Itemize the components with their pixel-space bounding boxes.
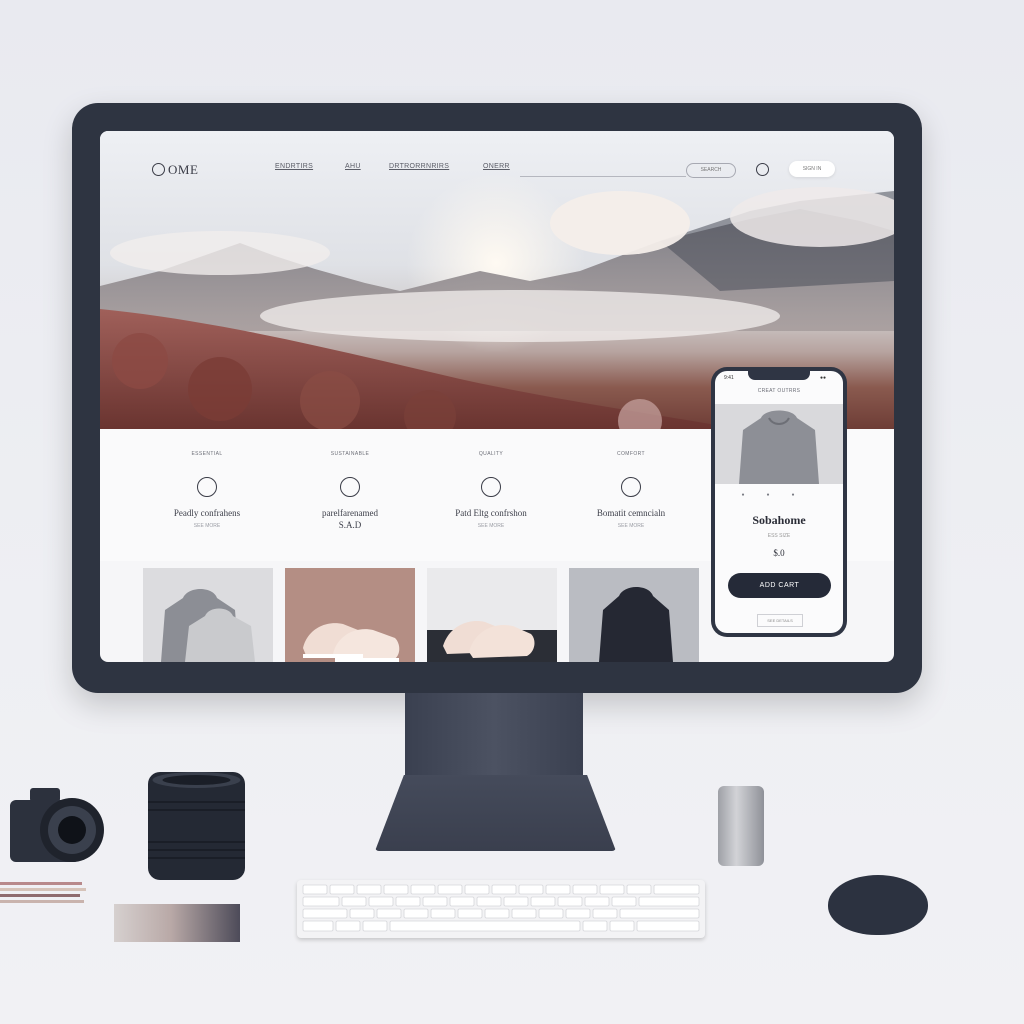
- feature-title: ESSENTIAL: [191, 451, 223, 457]
- logo-circle-icon: [152, 163, 165, 176]
- product-thumbnail-sneakers[interactable]: [285, 568, 415, 662]
- desk-cylinder-object: [718, 786, 764, 866]
- phone-status-icons: ●●: [820, 375, 827, 381]
- product-thumbnail-black-hoodie[interactable]: [569, 568, 699, 662]
- monitor-stand-base: [375, 775, 616, 851]
- nav-link-4[interactable]: ONERR: [483, 163, 510, 170]
- feature-circle-icon: [197, 477, 217, 497]
- phone-status-time: 9:41: [724, 375, 734, 381]
- black-hoodie-image: [599, 587, 673, 662]
- phone-product-subtitle: ESS SIZE: [767, 533, 791, 539]
- feature-text: Patd Eltg confrshon: [455, 508, 527, 518]
- feature-card: ESSENTIAL Peadly confrahens SEE MORE: [142, 451, 272, 529]
- product-thumbnail-hoodies[interactable]: [143, 568, 273, 662]
- notebook-object: [114, 904, 240, 942]
- feature-title: COMFORT: [617, 451, 645, 457]
- sneakers-image: [427, 621, 557, 662]
- nav-link-3[interactable]: DRTRORRNRIRS: [389, 163, 449, 170]
- pencils-object: [0, 880, 90, 906]
- camera-lens-object: [148, 772, 245, 880]
- nav-divider: [520, 176, 686, 177]
- lens-ridges: [148, 772, 245, 859]
- phone-product-price: $.0: [773, 548, 785, 558]
- mouse: [828, 875, 928, 935]
- feature-card: SUSTAINABLE parelfarenamed S.A.D: [285, 451, 415, 531]
- phone-product-image: [715, 404, 843, 484]
- feature-link[interactable]: SEE MORE: [566, 523, 696, 529]
- feature-title: QUALITY: [478, 451, 504, 457]
- feature-text: parelfarenamed S.A.D: [322, 508, 378, 530]
- product-thumbnail-sneakers-2[interactable]: [427, 568, 557, 662]
- feature-circle-icon: [481, 477, 501, 497]
- logo-text: OME: [168, 162, 199, 177]
- user-icon[interactable]: [756, 163, 769, 176]
- feature-card: COMFORT Bomatit cemncialn SEE MORE: [566, 451, 696, 529]
- search-input[interactable]: SEARCH: [686, 163, 736, 178]
- add-to-cart-button[interactable]: ADD CART: [728, 573, 831, 598]
- keyboard-keys: [302, 884, 700, 932]
- feature-circle-icon: [621, 477, 641, 497]
- nav-link-2[interactable]: AHU: [345, 163, 361, 170]
- hoodie-image: [161, 589, 255, 662]
- nav-link-1[interactable]: ENDRTIRS: [275, 163, 313, 170]
- hoodie-image: [739, 410, 819, 484]
- phone-details-link[interactable]: SEE DETAILS: [757, 614, 803, 627]
- pencils-icon: [0, 882, 86, 903]
- phone-notch: [748, 371, 810, 380]
- phone-header: CREAT OUTRRS: [757, 388, 801, 394]
- camera-icon: [10, 788, 104, 862]
- feature-circle-icon: [340, 477, 360, 497]
- keyboard: [297, 880, 705, 938]
- phone-carousel-dots[interactable]: ●●●: [715, 492, 843, 498]
- monitor-stand-neck: [405, 693, 583, 783]
- sign-in-button[interactable]: SIGN IN: [789, 161, 835, 177]
- feature-title: SUSTAINABLE: [330, 451, 370, 457]
- feature-link[interactable]: SEE MORE: [142, 523, 272, 529]
- feature-card: QUALITY Patd Eltg confrshon SEE MORE: [426, 451, 556, 529]
- feature-text: Peadly confrahens: [173, 508, 241, 518]
- feature-link[interactable]: SEE MORE: [426, 523, 556, 529]
- site-logo[interactable]: OME: [152, 162, 198, 178]
- feature-text: Bomatit cemncialn: [596, 508, 666, 518]
- top-navigation: OME ENDRTIRS AHU DRTRORRNRIRS ONERR SEAR…: [100, 131, 894, 191]
- camera-object: [10, 788, 105, 864]
- sneakers-image: [303, 623, 400, 662]
- phone-product-title: Sobahome: [752, 513, 806, 527]
